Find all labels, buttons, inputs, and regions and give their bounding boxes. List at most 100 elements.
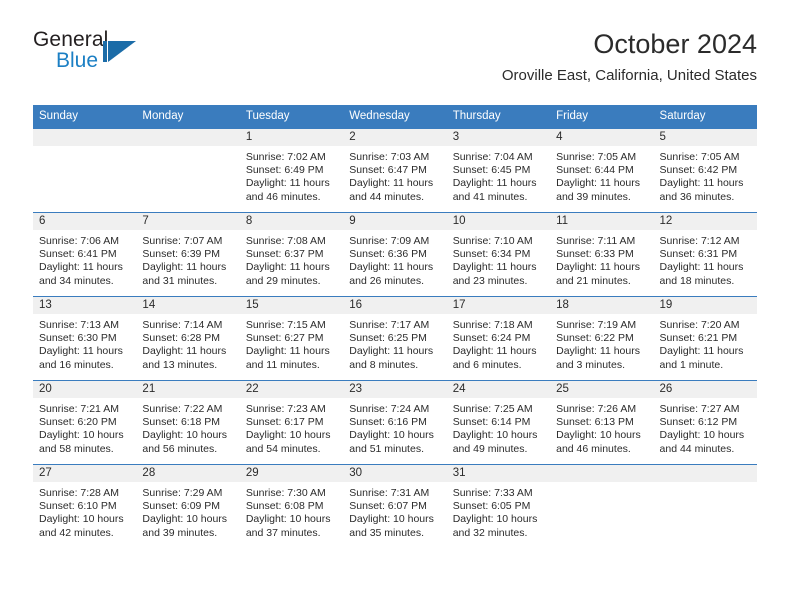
day-details: Sunrise: 7:19 AM Sunset: 6:22 PM Daylight:… xyxy=(550,314,653,372)
sunrise-text: Sunrise: 7:14 AM xyxy=(142,319,223,331)
calendar-day-cell[interactable]: 14 Sunrise: 7:14 AM Sunset: 6:28 PM Dayligh… xyxy=(136,297,240,380)
calendar-day-cell[interactable]: 15 Sunrise: 7:15 AM Sunset: 6:27 PM Dayligh… xyxy=(239,297,344,380)
day-number: 31 xyxy=(446,465,551,482)
calendar-day-cell[interactable]: 2 Sunrise: 7:03 AM Sunset: 6:47 PM Daylight… xyxy=(343,129,447,212)
calendar-day-cell[interactable]: 21 Sunrise: 7:22 AM Sunset: 6:18 PM Dayligh… xyxy=(136,381,240,464)
daylight-text: Daylight: 11 hours and 29 minutes. xyxy=(245,261,330,287)
sunrise-text: Sunrise: 7:29 AM xyxy=(142,487,223,499)
day-number: 28 xyxy=(136,465,240,482)
weekday-header-wednesday: Wednesday xyxy=(343,105,447,129)
day-number: 16 xyxy=(343,297,447,314)
day-number xyxy=(136,129,240,146)
sunrise-text: Sunrise: 7:02 AM xyxy=(245,151,326,163)
day-details: Sunrise: 7:18 AM Sunset: 6:24 PM Daylight:… xyxy=(447,314,550,372)
sunrise-text: Sunrise: 7:25 AM xyxy=(452,403,533,415)
sunset-text: Sunset: 6:07 PM xyxy=(349,500,427,513)
calendar-day-cell[interactable]: 17 Sunrise: 7:18 AM Sunset: 6:24 PM Dayligh… xyxy=(446,297,551,380)
sunrise-text: Sunrise: 7:10 AM xyxy=(452,235,533,247)
calendar-day-cell[interactable]: 3 Sunrise: 7:04 AM Sunset: 6:45 PM Daylight… xyxy=(446,129,551,212)
calendar-day-cell[interactable]: 22 Sunrise: 7:23 AM Sunset: 6:17 PM Dayligh… xyxy=(239,381,344,464)
calendar-day-cell[interactable]: 29 Sunrise: 7:30 AM Sunset: 6:08 PM Dayligh… xyxy=(239,465,344,548)
daylight-text: Daylight: 11 hours and 8 minutes. xyxy=(349,345,434,371)
day-details: Sunrise: 7:08 AM Sunset: 6:37 PM Daylight:… xyxy=(240,230,343,288)
calendar-week-row: 27 Sunrise: 7:28 AM Sunset: 6:10 PM Dayligh… xyxy=(33,464,757,548)
day-number: 13 xyxy=(33,297,137,314)
day-number: 27 xyxy=(33,465,137,482)
day-number: 20 xyxy=(33,381,137,398)
daylight-text: Daylight: 10 hours and 54 minutes. xyxy=(245,429,331,455)
daylight-text: Daylight: 10 hours and 56 minutes. xyxy=(142,429,228,455)
calendar-day-cell[interactable]: 12 Sunrise: 7:12 AM Sunset: 6:31 PM Dayligh… xyxy=(653,213,757,296)
day-number xyxy=(33,129,137,146)
weekday-header-friday: Friday xyxy=(550,105,654,129)
calendar-day-cell[interactable]: 23 Sunrise: 7:24 AM Sunset: 6:16 PM Dayligh… xyxy=(343,381,447,464)
day-number: 12 xyxy=(653,213,757,230)
day-number: 3 xyxy=(446,129,551,146)
sunset-text: Sunset: 6:13 PM xyxy=(556,416,634,429)
day-details: Sunrise: 7:07 AM Sunset: 6:39 PM Daylight:… xyxy=(136,230,239,288)
calendar-day-cell[interactable]: 28 Sunrise: 7:29 AM Sunset: 6:09 PM Dayligh… xyxy=(136,465,240,548)
sunset-text: Sunset: 6:20 PM xyxy=(39,416,117,429)
sunset-text: Sunset: 6:39 PM xyxy=(142,248,221,261)
daylight-text: Daylight: 11 hours and 18 minutes. xyxy=(659,261,744,287)
daylight-text: Daylight: 11 hours and 3 minutes. xyxy=(556,345,640,371)
sunset-text: Sunset: 6:41 PM xyxy=(39,248,117,261)
calendar-week-row: 20 Sunrise: 7:21 AM Sunset: 6:20 PM Dayligh… xyxy=(33,380,757,465)
sunrise-text: Sunrise: 7:07 AM xyxy=(142,235,223,247)
calendar-day-cell[interactable]: 16 Sunrise: 7:17 AM Sunset: 6:25 PM Dayligh… xyxy=(343,297,447,380)
calendar-day-cell[interactable]: 4 Sunrise: 7:05 AM Sunset: 6:44 PM Daylight… xyxy=(550,129,654,212)
sunset-text: Sunset: 6:16 PM xyxy=(349,416,427,429)
calendar-day-cell-empty xyxy=(550,465,654,548)
calendar-day-cell[interactable]: 9 Sunrise: 7:09 AM Sunset: 6:36 PM Daylight… xyxy=(343,213,447,296)
daylight-text: Daylight: 11 hours and 36 minutes. xyxy=(659,177,744,203)
daylight-text: Daylight: 11 hours and 41 minutes. xyxy=(452,177,537,203)
daylight-text: Daylight: 10 hours and 42 minutes. xyxy=(39,513,124,539)
calendar-day-cell[interactable]: 6 Sunrise: 7:06 AM Sunset: 6:41 PM Daylight… xyxy=(33,213,137,296)
daylight-text: Daylight: 10 hours and 49 minutes. xyxy=(452,429,538,455)
calendar-day-cell[interactable]: 31 Sunrise: 7:33 AM Sunset: 6:05 PM Dayligh… xyxy=(446,465,551,548)
calendar-day-cell[interactable]: 1 Sunrise: 7:02 AM Sunset: 6:49 PM Daylight… xyxy=(239,129,344,212)
day-details: Sunrise: 7:02 AM Sunset: 6:49 PM Daylight:… xyxy=(240,146,343,204)
sunset-text: Sunset: 6:36 PM xyxy=(349,248,427,261)
calendar-day-cell[interactable]: 19 Sunrise: 7:20 AM Sunset: 6:21 PM Dayligh… xyxy=(653,297,757,380)
day-number: 29 xyxy=(239,465,344,482)
daylight-text: Daylight: 11 hours and 23 minutes. xyxy=(452,261,537,287)
day-details: Sunrise: 7:14 AM Sunset: 6:28 PM Daylight:… xyxy=(136,314,239,372)
triangle-flag-icon xyxy=(103,41,136,65)
day-details: Sunrise: 7:27 AM Sunset: 6:12 PM Daylight:… xyxy=(654,398,757,456)
calendar-day-cell[interactable]: 20 Sunrise: 7:21 AM Sunset: 6:20 PM Dayligh… xyxy=(33,381,137,464)
sunset-text: Sunset: 6:37 PM xyxy=(245,248,324,261)
calendar-day-cell[interactable]: 24 Sunrise: 7:25 AM Sunset: 6:14 PM Dayligh… xyxy=(446,381,551,464)
sunset-text: Sunset: 6:28 PM xyxy=(142,332,221,345)
calendar-day-cell[interactable]: 30 Sunrise: 7:31 AM Sunset: 6:07 PM Dayligh… xyxy=(343,465,447,548)
sunset-text: Sunset: 6:33 PM xyxy=(556,248,634,261)
daylight-text: Daylight: 11 hours and 34 minutes. xyxy=(39,261,123,287)
sunrise-text: Sunrise: 7:15 AM xyxy=(245,319,326,331)
daylight-text: Daylight: 10 hours and 44 minutes. xyxy=(659,429,745,455)
day-number: 11 xyxy=(550,213,654,230)
day-details: Sunrise: 7:26 AM Sunset: 6:13 PM Daylight:… xyxy=(550,398,653,456)
day-details: Sunrise: 7:13 AM Sunset: 6:30 PM Daylight:… xyxy=(33,314,136,372)
day-details: Sunrise: 7:10 AM Sunset: 6:34 PM Daylight:… xyxy=(447,230,550,288)
calendar-day-cell[interactable]: 11 Sunrise: 7:11 AM Sunset: 6:33 PM Dayligh… xyxy=(550,213,654,296)
calendar-day-cell[interactable]: 8 Sunrise: 7:08 AM Sunset: 6:37 PM Daylight… xyxy=(239,213,344,296)
title-block: October 2024 Oroville East, California, … xyxy=(502,28,757,86)
calendar-week-row: 6 Sunrise: 7:06 AM Sunset: 6:41 PM Daylight… xyxy=(33,212,757,297)
calendar-day-cell[interactable]: 18 Sunrise: 7:19 AM Sunset: 6:22 PM Dayligh… xyxy=(550,297,654,380)
day-number: 1 xyxy=(239,129,344,146)
day-details: Sunrise: 7:31 AM Sunset: 6:07 PM Daylight:… xyxy=(343,482,446,540)
calendar-day-cell[interactable]: 27 Sunrise: 7:28 AM Sunset: 6:10 PM Dayligh… xyxy=(33,465,137,548)
day-number: 19 xyxy=(653,297,757,314)
general-blue-logo[interactable]: General Blue xyxy=(33,28,213,86)
calendar-day-cell[interactable]: 7 Sunrise: 7:07 AM Sunset: 6:39 PM Daylight… xyxy=(136,213,240,296)
calendar-day-cell[interactable]: 26 Sunrise: 7:27 AM Sunset: 6:12 PM Dayligh… xyxy=(653,381,757,464)
calendar-day-cell[interactable]: 25 Sunrise: 7:26 AM Sunset: 6:13 PM Dayligh… xyxy=(550,381,654,464)
sunrise-text: Sunrise: 7:23 AM xyxy=(245,403,326,415)
calendar-day-cell[interactable]: 10 Sunrise: 7:10 AM Sunset: 6:34 PM Dayligh… xyxy=(446,213,551,296)
sunset-text: Sunset: 6:09 PM xyxy=(142,500,221,513)
calendar-day-cell[interactable]: 13 Sunrise: 7:13 AM Sunset: 6:30 PM Dayligh… xyxy=(33,297,137,380)
daylight-text: Daylight: 11 hours and 6 minutes. xyxy=(452,345,537,371)
day-number: 21 xyxy=(136,381,240,398)
sunset-text: Sunset: 6:05 PM xyxy=(452,500,531,513)
calendar-day-cell[interactable]: 5 Sunrise: 7:05 AM Sunset: 6:42 PM Daylight… xyxy=(653,129,757,212)
